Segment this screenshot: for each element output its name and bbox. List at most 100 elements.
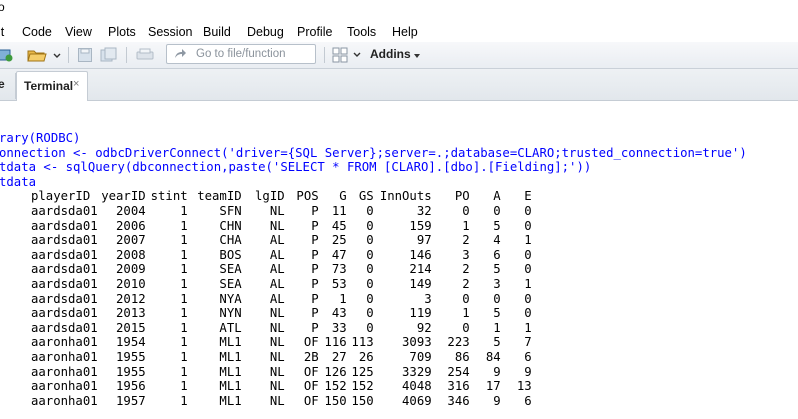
table-cell: aaronha01 (31, 379, 98, 394)
table-cell: P (311, 306, 319, 321)
table-cell: 25 (331, 233, 347, 248)
table-cell: 1955 (116, 364, 146, 379)
table-cell: 4 (493, 233, 501, 248)
addins-chevron-icon[interactable] (414, 54, 420, 58)
close-icon[interactable]: × (73, 78, 79, 90)
menu-bar: it Code View Plots Session Build Debug P… (0, 20, 798, 42)
addins-button[interactable]: Addins (370, 47, 411, 61)
table-cell (0, 365, 16, 380)
table-cell: aaronha01 (31, 364, 98, 379)
table-cell: 159 (409, 218, 432, 233)
column-header (0, 189, 16, 204)
menu-build[interactable]: Build (203, 24, 231, 40)
table-cell: 1 (180, 379, 188, 394)
table-cell (0, 394, 16, 409)
table-cell: 2015 (116, 320, 146, 335)
menu-plots[interactable]: Plots (108, 24, 136, 40)
column-header: teamID (197, 189, 242, 204)
table-cell: 47 (331, 247, 347, 262)
toolbar-separator (324, 47, 325, 63)
table-cell: 2008 (116, 247, 146, 262)
table-cell: 13 (516, 379, 532, 394)
menu-tools[interactable]: Tools (347, 24, 376, 40)
new-project-icon[interactable] (0, 47, 14, 63)
toolbar-separator (68, 47, 69, 63)
table-row: aaronha01 1957 1 ML1 NL OF 150 150 4069 346 9 6 (0, 394, 532, 409)
save-all-icon[interactable] (100, 47, 118, 63)
tab-terminal[interactable]: Terminal × (16, 71, 88, 101)
table-row: aardsda01 2009 1 SEA AL P 73 0 214 2 5 0 (0, 262, 532, 277)
print-icon[interactable] (136, 47, 154, 63)
table-cell: 0 (462, 203, 470, 218)
column-header: PO (454, 189, 470, 204)
console-command-line: tdata (0, 174, 37, 189)
table-cell: 2007 (116, 233, 146, 248)
column-header: InnOuts (379, 189, 432, 204)
table-cell: 1 (180, 262, 188, 277)
table-cell (0, 321, 16, 336)
console-pane[interactable]: rary(RODBC) onnection <- odbcDriverConne… (0, 101, 798, 419)
table-cell: P (311, 276, 319, 291)
column-header: GS (358, 189, 374, 204)
table-header-row: playerID yearID stint teamID lgID POS G … (0, 189, 532, 204)
table-cell (0, 262, 16, 277)
table-cell: 0 (366, 233, 374, 248)
table-row: aaronha01 1955 1 ML1 NL 2B 27 26 709 86 84 6 (0, 350, 532, 365)
table-cell: 7 (524, 335, 532, 350)
table-cell (0, 233, 16, 248)
menu-session[interactable]: Session (148, 24, 192, 40)
table-cell: 3 (462, 247, 470, 262)
go-to-file-function-input[interactable]: Go to file/function (166, 44, 316, 64)
table-cell: OF (303, 335, 319, 350)
table-cell: aardsda01 (31, 276, 98, 291)
table-cell: P (311, 262, 319, 277)
table-cell: 32 (416, 203, 432, 218)
table-cell: 17 (485, 379, 501, 394)
table-cell (0, 277, 16, 292)
panes-chevron-icon[interactable] (353, 50, 361, 60)
table-cell (0, 292, 16, 307)
table-cell: 0 (366, 203, 374, 218)
column-header: E (524, 189, 532, 204)
menu-code[interactable]: Code (22, 24, 52, 40)
menu-debug[interactable]: Debug (247, 24, 284, 40)
menu-profile[interactable]: Profile (297, 24, 332, 40)
table-cell: 152 (351, 379, 374, 394)
table-cell: 1 (180, 233, 188, 248)
open-folder-icon[interactable] (27, 47, 47, 63)
table-cell: 5 (493, 306, 501, 321)
table-cell: 2012 (116, 291, 146, 306)
table-cell (0, 379, 16, 394)
table-row: aardsda01 2004 1 SFN NL P 11 0 32 0 0 0 (0, 204, 532, 219)
table-cell: NL (269, 203, 285, 218)
table-row: aardsda01 2008 1 BOS AL P 47 0 146 3 6 0 (0, 248, 532, 263)
table-cell: 73 (331, 262, 347, 277)
table-cell: 43 (331, 306, 347, 321)
table-cell: aardsda01 (31, 291, 98, 306)
menu-help[interactable]: Help (392, 24, 418, 40)
menu-view[interactable]: View (65, 24, 92, 40)
table-cell: 1956 (116, 379, 146, 394)
table-cell: AL (269, 262, 285, 277)
column-header: lgID (255, 189, 285, 204)
table-cell: 2 (462, 262, 470, 277)
table-cell: 150 (351, 393, 374, 408)
tab-console[interactable]: e (0, 77, 5, 91)
workspace-panes-icon[interactable] (332, 47, 348, 63)
table-cell: 1 (524, 320, 532, 335)
open-recent-chevron-icon[interactable] (52, 47, 62, 63)
table-cell: 84 (485, 349, 501, 364)
table-cell: AL (269, 247, 285, 262)
column-header: yearID (101, 189, 146, 204)
table-cell (0, 219, 16, 234)
menu-edit[interactable]: it (0, 24, 4, 40)
table-cell: 86 (454, 349, 470, 364)
table-cell: OF (303, 364, 319, 379)
table-cell: 26 (358, 349, 374, 364)
save-icon[interactable] (77, 47, 93, 63)
table-row: aardsda01 2013 1 NYN NL P 43 0 119 1 5 0 (0, 306, 532, 321)
table-cell: 709 (409, 349, 432, 364)
table-cell: aaronha01 (31, 335, 98, 350)
table-cell: 2006 (116, 218, 146, 233)
table-cell: ML1 (219, 393, 242, 408)
